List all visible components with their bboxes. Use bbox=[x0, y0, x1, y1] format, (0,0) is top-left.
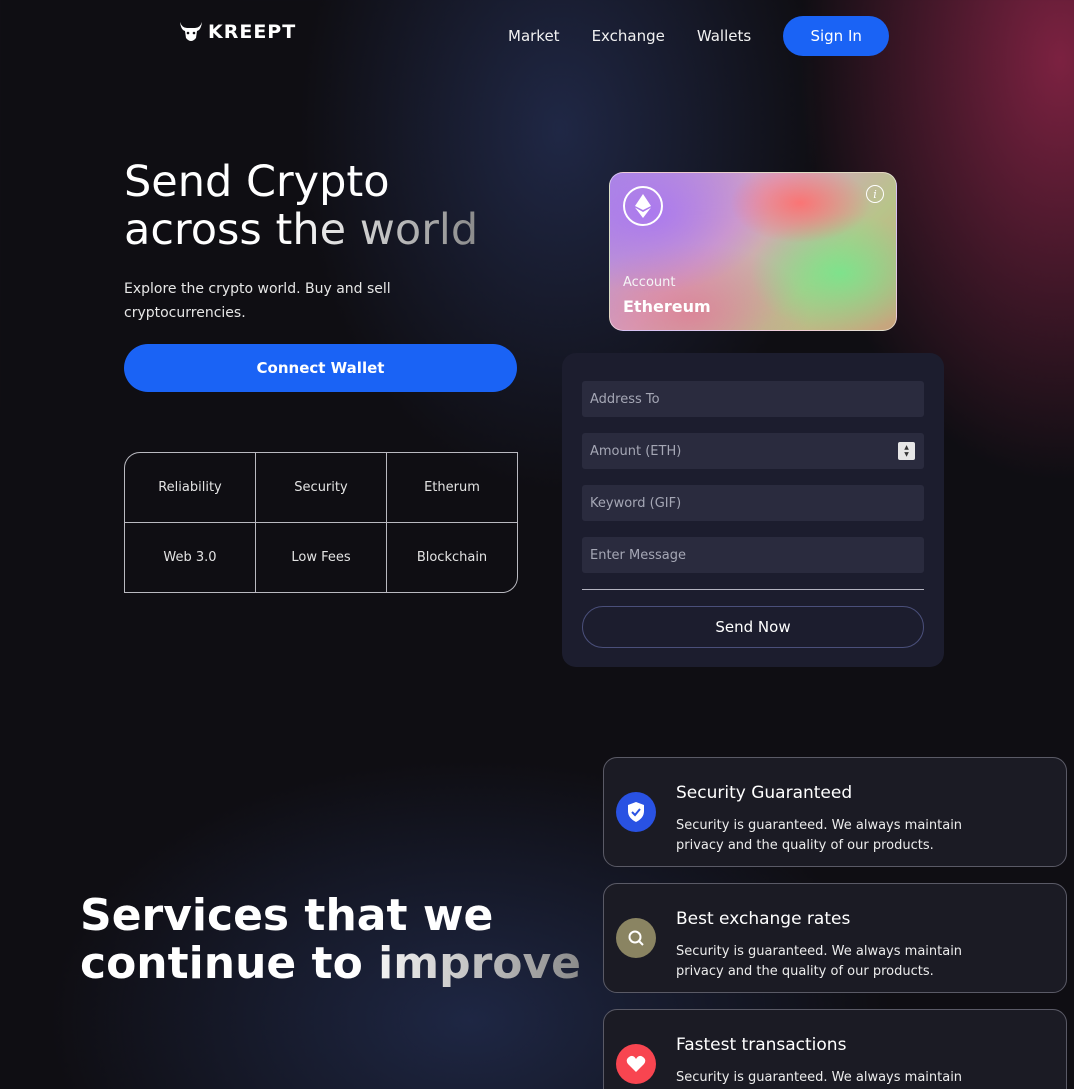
hero-title-line1: Send Crypto bbox=[124, 157, 390, 207]
send-form: ▲▼ Send Now bbox=[562, 353, 944, 667]
message-input[interactable] bbox=[582, 537, 924, 573]
top-nav: Market Exchange Wallets Sign In bbox=[508, 16, 890, 56]
shield-check-icon bbox=[616, 792, 656, 832]
keyword-input[interactable] bbox=[582, 485, 924, 521]
logo[interactable]: KREEPT bbox=[178, 20, 296, 44]
amount-stepper[interactable]: ▲ ▼ bbox=[898, 442, 915, 460]
ethereum-account-card: i Account Ethereum bbox=[609, 172, 897, 331]
service-card-fastest: Fastest transactions Security is guarant… bbox=[603, 1009, 1067, 1089]
service-card-security: Security Guaranteed Security is guarante… bbox=[603, 757, 1067, 867]
send-now-button[interactable]: Send Now bbox=[582, 606, 924, 648]
connect-wallet-button[interactable]: Connect Wallet bbox=[124, 344, 517, 392]
service-title: Fastest transactions bbox=[676, 1035, 847, 1055]
heart-icon bbox=[616, 1044, 656, 1084]
card-account-label: Account bbox=[623, 275, 676, 290]
nav-link-market[interactable]: Market bbox=[508, 27, 560, 45]
nav-link-wallets[interactable]: Wallets bbox=[697, 27, 751, 45]
info-icon[interactable]: i bbox=[866, 185, 884, 203]
service-title: Security Guaranteed bbox=[676, 783, 853, 803]
service-desc: Security is guaranteed. We always mainta… bbox=[676, 818, 963, 853]
nav-link-exchange[interactable]: Exchange bbox=[592, 27, 665, 45]
service-desc: Security is guaranteed. We always mainta… bbox=[676, 1070, 963, 1085]
hero-title-line2: across the world bbox=[124, 205, 479, 255]
services-title-line1: Services that we bbox=[80, 890, 494, 941]
feature-security: Security bbox=[255, 452, 387, 523]
service-title: Best exchange rates bbox=[676, 909, 851, 929]
service-desc: Security is guaranteed. We always mainta… bbox=[676, 944, 963, 979]
feature-low-fees: Low Fees bbox=[255, 522, 387, 593]
bull-head-icon bbox=[180, 22, 202, 41]
brand-name: KREEPT bbox=[208, 21, 297, 43]
features-grid: Reliability Security Etherum Web 3.0 Low… bbox=[124, 452, 518, 593]
service-card-exchange: Best exchange rates Security is guarante… bbox=[603, 883, 1067, 993]
card-account-name: Ethereum bbox=[623, 297, 711, 316]
sign-in-button[interactable]: Sign In bbox=[783, 16, 890, 56]
form-divider bbox=[582, 589, 924, 590]
services-title-line2: continue to improve bbox=[80, 938, 582, 989]
feature-etherum: Etherum bbox=[386, 452, 518, 523]
ethereum-icon bbox=[623, 186, 663, 226]
address-input[interactable] bbox=[582, 381, 924, 417]
amount-input[interactable] bbox=[582, 433, 924, 469]
hero-subtitle: Explore the crypto world. Buy and sell c… bbox=[124, 281, 391, 321]
feature-web3: Web 3.0 bbox=[124, 522, 256, 593]
feature-reliability: Reliability bbox=[124, 452, 256, 523]
hero-title: Send Crypto across the world bbox=[124, 158, 478, 254]
search-icon bbox=[616, 918, 656, 958]
feature-blockchain: Blockchain bbox=[386, 522, 518, 593]
services-title: Services that we continue to improve bbox=[80, 892, 581, 988]
